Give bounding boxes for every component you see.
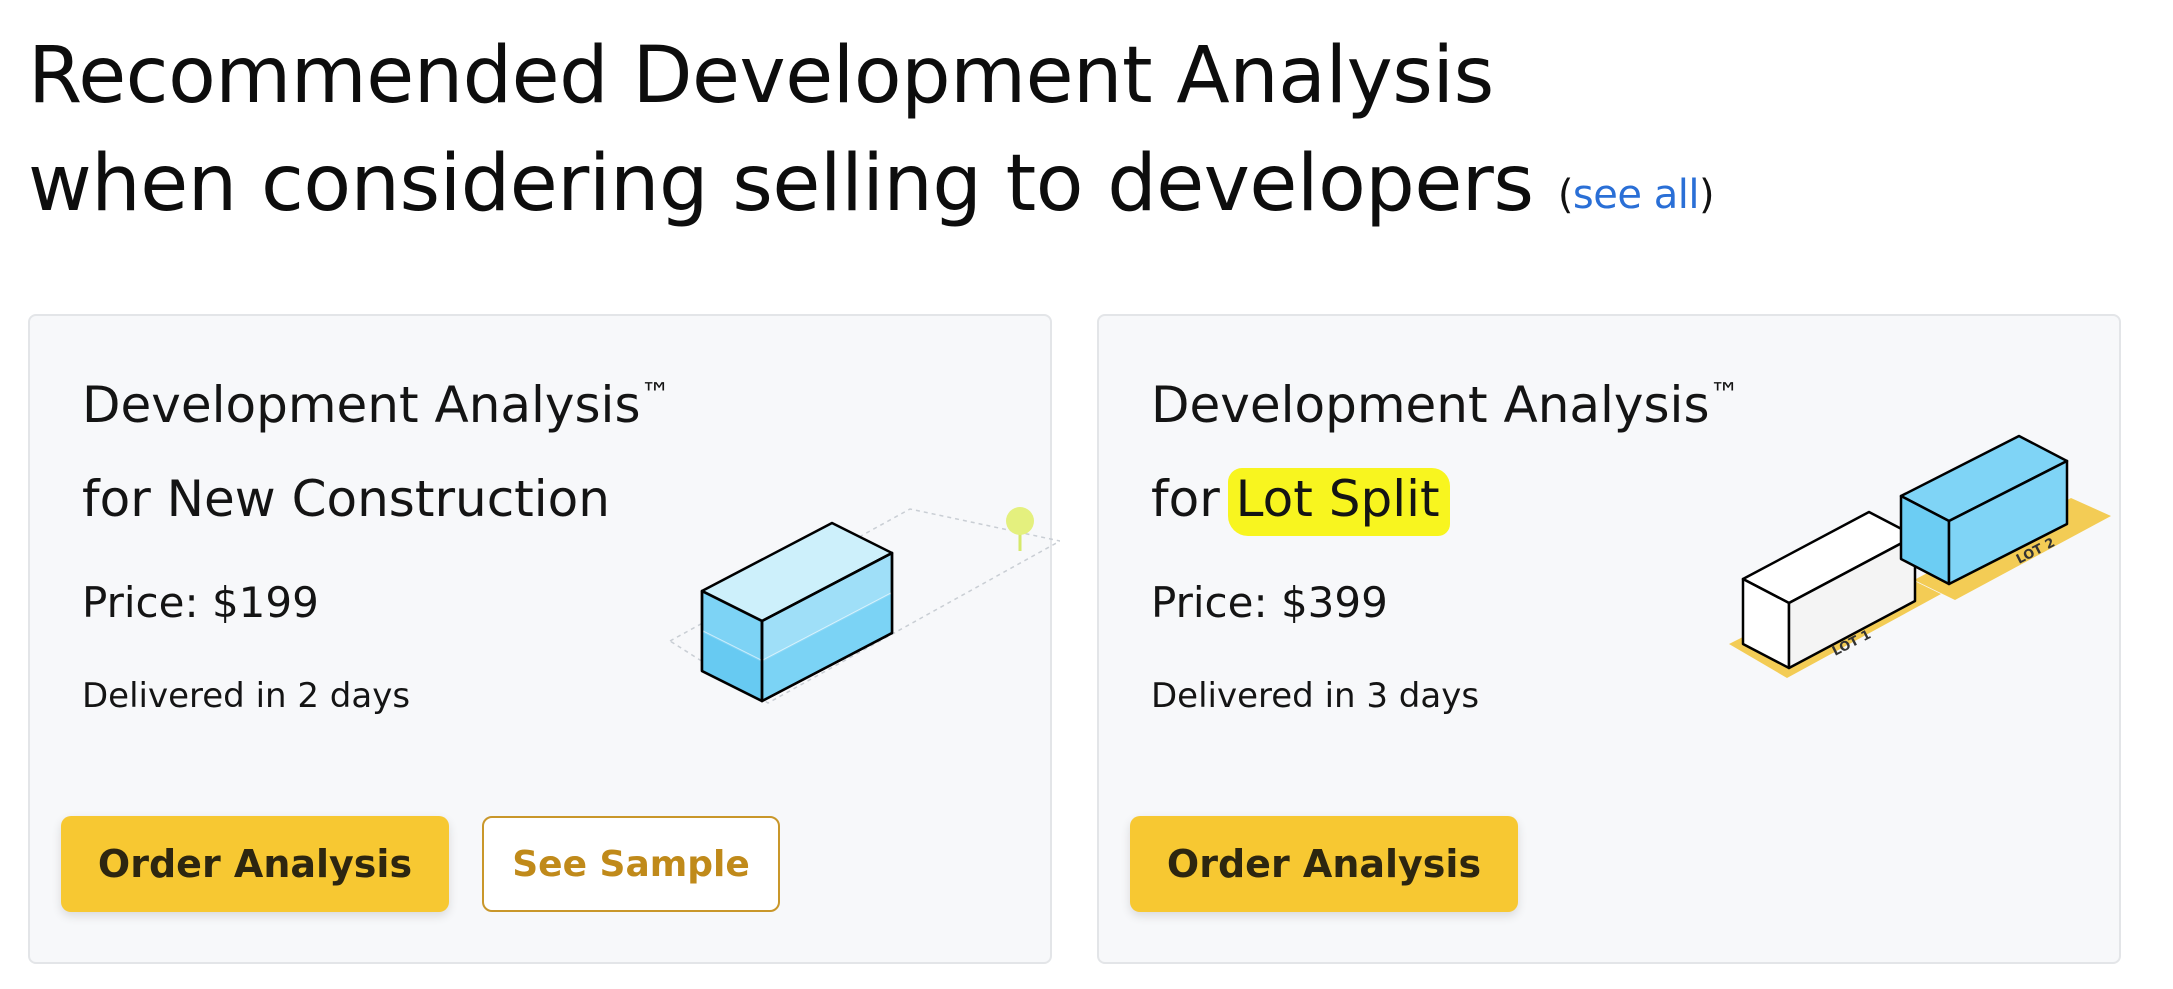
lot-split-text: Lot Split	[1235, 470, 1440, 528]
delivery-label: Delivered in 2 days	[82, 676, 411, 716]
card-title-line-2: for Lot Split	[1151, 456, 1740, 542]
paren-close: )	[1698, 172, 1715, 218]
card-title-line-2: for New Construction	[82, 470, 610, 528]
price-label: Price: $399	[1151, 578, 1388, 627]
card-title-line-1: Development Analysis™	[82, 362, 671, 456]
headline-line-1: Recommended Development Analysis	[28, 31, 1494, 121]
lot-split-icon: LOT 1 LOT 2	[1729, 434, 2111, 678]
trademark-symbol: ™	[1709, 377, 1740, 412]
page-headline: Recommended Development Analysis when co…	[28, 22, 1715, 251]
building-on-lot-icon	[668, 507, 1060, 704]
trademark-symbol: ™	[640, 377, 671, 412]
highlighted-lot-split: Lot Split	[1227, 456, 1450, 542]
see-sample-button[interactable]: See Sample	[482, 816, 780, 912]
order-analysis-button[interactable]: Order Analysis	[61, 816, 449, 912]
card-title-text: Development Analysis	[1151, 376, 1710, 434]
paren-open: (	[1557, 172, 1574, 218]
card-title-line-1: Development Analysis™	[1151, 362, 1740, 456]
card-new-construction: Development Analysis™ for New Constructi…	[28, 314, 1060, 964]
card-title: Development Analysis™ for Lot Split	[1151, 362, 1740, 542]
order-analysis-button[interactable]: Order Analysis	[1130, 816, 1518, 912]
highlighted-developers: developers	[1107, 130, 1534, 238]
see-all-link[interactable]: see all	[1573, 172, 1700, 218]
card-title-prefix: for	[1151, 470, 1236, 528]
card-title: Development Analysis™ for New Constructi…	[82, 362, 671, 542]
tree-canopy	[1006, 507, 1034, 535]
card-lot-split: Development Analysis™ for Lot Split Pric…	[1097, 314, 2121, 964]
delivery-label: Delivered in 3 days	[1151, 676, 1480, 716]
headline-line-2: when considering selling to developers (…	[28, 130, 1715, 251]
card-title-text: Development Analysis	[82, 376, 641, 434]
see-all-wrapper: (see all)	[1557, 172, 1715, 218]
price-label: Price: $199	[82, 578, 319, 627]
headline-prefix: when considering selling to	[28, 139, 1108, 229]
